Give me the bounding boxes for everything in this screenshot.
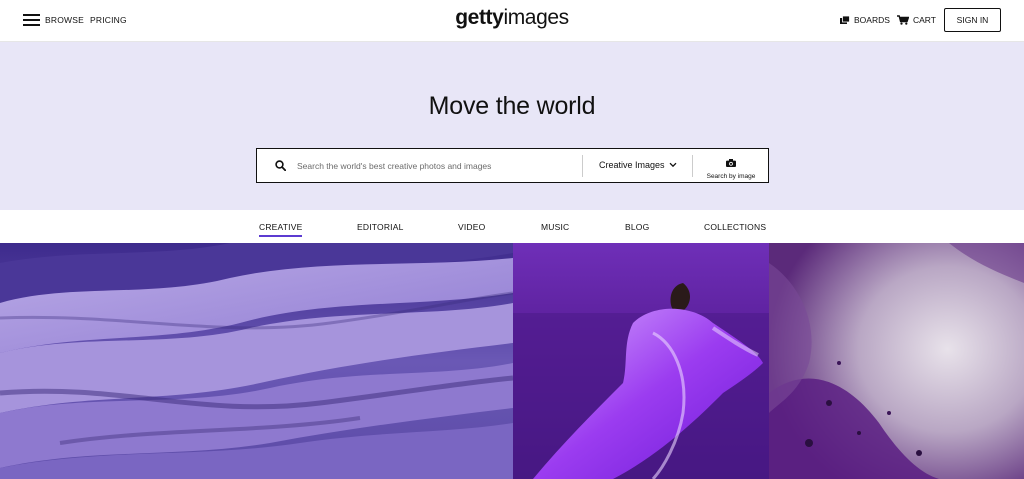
abstract-texture-image[interactable]	[769, 243, 1024, 479]
hero-title: Move the world	[428, 92, 596, 120]
asset-type-dropdown[interactable]: Creative Images	[599, 160, 677, 170]
cart-link[interactable]: CART	[897, 15, 936, 25]
woman-in-purple-dress-image[interactable]	[513, 243, 769, 479]
tab-editorial[interactable]: EDITORIAL	[357, 222, 404, 232]
cart-icon	[897, 15, 909, 25]
chevron-down-icon	[669, 162, 676, 168]
boards-label: BOARDS	[854, 15, 890, 25]
sign-in-button[interactable]: SIGN IN	[944, 8, 1001, 32]
dropdown-label: Creative Images	[599, 160, 665, 170]
boards-icon	[840, 15, 850, 24]
tab-video[interactable]: VIDEO	[458, 222, 485, 232]
hero-image-gallery	[0, 243, 1024, 479]
search-by-image-label: Search by image	[706, 173, 756, 180]
logo-light-text: images	[503, 6, 569, 29]
top-nav-bar: BROWSE PRICING gettyimages BOARDS CART S…	[0, 0, 1024, 42]
tab-music[interactable]: MUSIC	[541, 222, 569, 232]
tab-blog[interactable]: BLOG	[625, 222, 649, 232]
search-divider	[582, 155, 583, 177]
search-icon[interactable]	[275, 160, 286, 171]
search-by-image-button[interactable]: Search by image	[693, 154, 769, 180]
category-tabs: CREATIVE EDITORIAL VIDEO MUSIC BLOG COLL…	[0, 210, 1024, 243]
search-input[interactable]	[297, 149, 577, 182]
camera-icon	[726, 159, 736, 167]
boards-link[interactable]: BOARDS	[840, 15, 890, 25]
sand-dunes-image[interactable]	[0, 243, 513, 479]
hero-section: Move the world Creative Images Search by…	[0, 42, 1024, 210]
logo-bold-text: getty	[455, 6, 504, 29]
search-bar: Creative Images Search by image	[256, 148, 769, 183]
tab-collections[interactable]: COLLECTIONS	[704, 222, 766, 232]
tab-creative[interactable]: CREATIVE	[259, 222, 303, 237]
cart-label: CART	[913, 15, 936, 25]
